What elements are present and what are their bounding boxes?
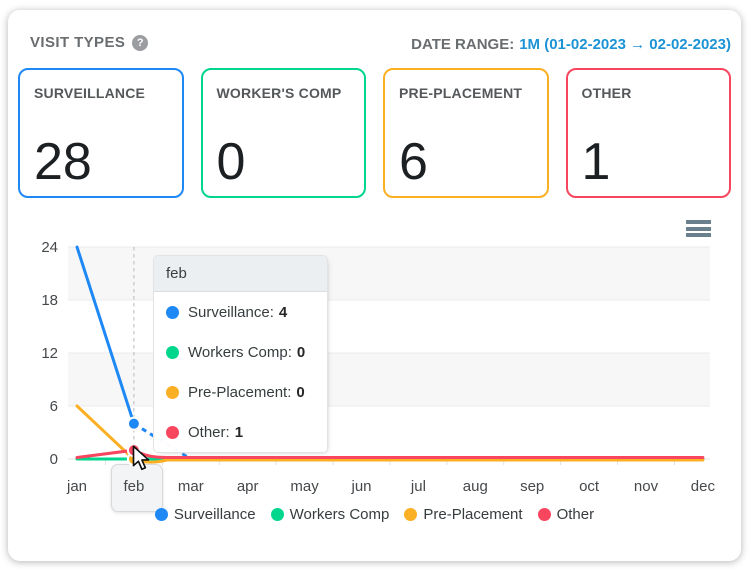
card-label: PRE-PLACEMENT	[399, 83, 533, 104]
tooltip-rows: Surveillance:4Workers Comp:0Pre-Placemen…	[154, 292, 327, 452]
card-worker-s-comp: WORKER'S COMP 0	[201, 68, 367, 198]
tooltip-row-surveillance: Surveillance: 4	[154, 292, 327, 332]
tooltip-row-workers-comp: Workers Comp: 0	[154, 332, 327, 372]
legend-label: Workers Comp	[290, 506, 390, 523]
tooltip-series-label: Surveillance:	[188, 304, 274, 321]
tooltip-row-pre-placement: Pre-Placement: 0	[154, 372, 327, 412]
tooltip-row-other: Other: 1	[154, 412, 327, 452]
visit-types-panel: VISIT TYPES ? DATE RANGE: 1M (01-02-2023 …	[8, 10, 741, 561]
chart-menu-icon[interactable]	[686, 220, 711, 240]
panel-header-left: VISIT TYPES ?	[30, 34, 148, 51]
series-color-dot	[166, 386, 179, 399]
card-value: 1	[582, 138, 716, 187]
legend-label: Other	[557, 506, 595, 523]
card-surveillance: SURVEILLANCE 28	[18, 68, 184, 198]
legend-color-dot	[271, 508, 284, 521]
visit-type-cards: SURVEILLANCE 28 WORKER'S COMP 0 PRE-PLACEMEN…	[18, 68, 731, 198]
tooltip-series-value: 4	[279, 304, 287, 321]
x-label-nov: nov	[634, 478, 659, 495]
tooltip-series-value: 1	[235, 424, 243, 441]
x-label-aug: aug	[463, 478, 488, 495]
y-label-24: 24	[41, 239, 58, 256]
card-value: 6	[399, 138, 533, 187]
tooltip-title: feb	[154, 256, 327, 292]
date-range-label: DATE RANGE:	[411, 36, 514, 53]
tooltip-series-value: 0	[297, 344, 305, 361]
tooltip-series-label: Pre-Placement:	[188, 384, 291, 401]
tooltip-series-label: Workers Comp:	[188, 344, 292, 361]
panel-header-right: DATE RANGE: 1M (01-02-2023 → 02-02-2023)	[411, 36, 731, 53]
series-color-dot	[166, 306, 179, 319]
legend-label: Surveillance	[174, 506, 256, 523]
card-pre-placement: PRE-PLACEMENT 6	[383, 68, 549, 198]
date-range-value[interactable]: 1M (01-02-2023 → 02-02-2023)	[519, 36, 731, 53]
card-value: 0	[217, 138, 351, 187]
legend-item-workers-comp[interactable]: Workers Comp	[271, 506, 390, 523]
legend-item-pre-placement[interactable]: Pre-Placement	[404, 506, 522, 523]
legend-label: Pre-Placement	[423, 506, 522, 523]
x-label-jun: jun	[350, 478, 371, 495]
card-value: 28	[34, 138, 168, 187]
x-label-apr: apr	[237, 478, 259, 495]
visits-line-chart[interactable]: janfebmaraprmayjunjulaugsepoctnovdec0612…	[8, 210, 741, 520]
legend-color-dot	[155, 508, 168, 521]
y-label-18: 18	[41, 292, 58, 309]
x-label-mar: mar	[178, 478, 204, 495]
legend-color-dot	[538, 508, 551, 521]
tooltip-series-label: Other:	[188, 424, 230, 441]
marker-surveillance[interactable]	[128, 418, 140, 430]
page-title: VISIT TYPES	[30, 34, 125, 51]
chart-legend: Surveillance Workers Comp Pre-Placement Oth…	[8, 506, 741, 523]
y-label-6: 6	[50, 398, 58, 415]
x-label-feb: feb	[123, 478, 144, 495]
card-label: SURVEILLANCE	[34, 83, 168, 104]
y-label-0: 0	[50, 451, 58, 468]
x-label-may: may	[290, 478, 319, 495]
x-label-dec: dec	[691, 478, 716, 495]
x-label-jan: jan	[66, 478, 87, 495]
x-label-oct: oct	[579, 478, 600, 495]
y-label-12: 12	[41, 345, 58, 362]
legend-item-other[interactable]: Other	[538, 506, 595, 523]
chart-tooltip: feb Surveillance:4Workers Comp:0Pre-Plac…	[153, 255, 328, 453]
series-color-dot	[166, 346, 179, 359]
x-label-sep: sep	[520, 478, 544, 495]
help-icon[interactable]: ?	[132, 35, 148, 51]
series-color-dot	[166, 426, 179, 439]
card-label: OTHER	[582, 83, 716, 104]
legend-color-dot	[404, 508, 417, 521]
card-label: WORKER'S COMP	[217, 83, 351, 104]
mouse-cursor-icon	[132, 445, 156, 471]
card-other: OTHER 1	[566, 68, 732, 198]
x-label-jul: jul	[410, 478, 426, 495]
legend-item-surveillance[interactable]: Surveillance	[155, 506, 256, 523]
tooltip-series-value: 0	[296, 384, 304, 401]
